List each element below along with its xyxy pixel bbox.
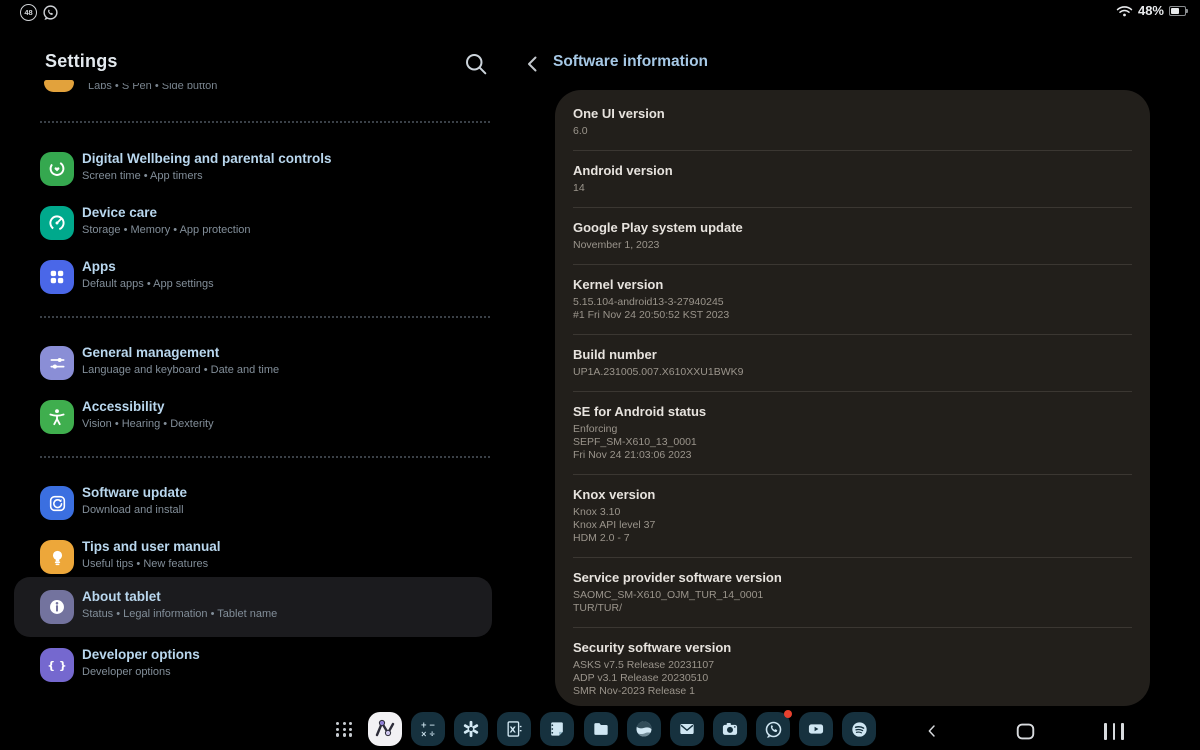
whatsapp-app-icon[interactable] bbox=[756, 712, 790, 746]
tips-icon bbox=[40, 540, 74, 574]
notification-count-badge: 48 bbox=[20, 4, 37, 21]
calculator-app-icon[interactable]: + − × ÷ bbox=[411, 712, 445, 746]
detail-row-knox-version[interactable]: Knox version Knox 3.10 Knox API level 37… bbox=[573, 475, 1132, 557]
whatsapp-notification-dot bbox=[784, 710, 792, 718]
software-information-card: One UI version 6.0 Android version 14 Go… bbox=[555, 90, 1150, 706]
software-update-icon bbox=[40, 486, 74, 520]
spotify-app-icon[interactable] bbox=[842, 712, 876, 746]
graphing-app-icon[interactable] bbox=[368, 712, 402, 746]
detail-row-se-for-android-status[interactable]: SE for Android status Enforcing SEPF_SM-… bbox=[573, 392, 1132, 474]
divider bbox=[40, 316, 490, 318]
sidebar-item-accessibility[interactable]: Accessibility Vision • Hearing • Dexteri… bbox=[14, 398, 492, 446]
whatsapp-status-icon bbox=[42, 4, 59, 21]
detail-page-title: Software information bbox=[553, 53, 708, 71]
sidebar-item-digital-wellbeing[interactable]: Digital Wellbeing and parental controls … bbox=[14, 150, 492, 198]
svg-text:×: × bbox=[421, 730, 427, 739]
accessibility-icon bbox=[40, 400, 74, 434]
sidebar-item-about-tablet[interactable]: About tablet Status • Legal information … bbox=[14, 577, 492, 637]
detail-row-android-version[interactable]: Android version 14 bbox=[573, 151, 1132, 207]
digital-wellbeing-icon bbox=[40, 152, 74, 186]
youtube-app-icon[interactable] bbox=[799, 712, 833, 746]
nav-home-button[interactable] bbox=[1011, 718, 1039, 744]
detail-row-kernel-version[interactable]: Kernel version 5.15.104-android13-3-2794… bbox=[573, 265, 1132, 334]
app-drawer-icon[interactable] bbox=[336, 722, 353, 737]
sidebar-item-general-management[interactable]: General management Language and keyboard… bbox=[14, 344, 492, 392]
device-care-icon bbox=[40, 206, 74, 240]
svg-text:÷: ÷ bbox=[429, 730, 435, 739]
search-icon[interactable] bbox=[462, 50, 490, 78]
battery-icon bbox=[1169, 6, 1186, 16]
wifi-icon bbox=[1116, 4, 1133, 18]
sidebar-item-apps[interactable]: Apps Default apps • App settings bbox=[14, 258, 492, 306]
photo-editor-app-icon[interactable] bbox=[454, 712, 488, 746]
apps-icon bbox=[40, 260, 74, 294]
email-app-icon[interactable] bbox=[670, 712, 704, 746]
sidebar-item-developer-options[interactable]: { } Developer options Developer options bbox=[14, 646, 492, 694]
svg-text:+: + bbox=[421, 720, 427, 729]
sidebar-item-software-update[interactable]: Software update Download and install bbox=[14, 484, 492, 532]
divider bbox=[40, 121, 490, 123]
detail-row-google-play-system-update[interactable]: Google Play system update November 1, 20… bbox=[573, 208, 1132, 264]
my-files-app-icon[interactable] bbox=[584, 712, 618, 746]
advanced-features-subtitle-clipped[interactable]: Labs • S Pen • Side button bbox=[88, 83, 388, 95]
detail-row-service-provider-software-version[interactable]: Service provider software version SAOMC_… bbox=[573, 558, 1132, 627]
general-management-icon bbox=[40, 346, 74, 380]
detail-row-one-ui-version[interactable]: One UI version 6.0 bbox=[573, 94, 1132, 150]
svg-text:X: X bbox=[510, 724, 517, 734]
excel-app-icon[interactable]: X bbox=[497, 712, 531, 746]
battery-percent: 48% bbox=[1138, 3, 1164, 18]
nav-back-button[interactable] bbox=[918, 718, 946, 744]
page-title: Settings bbox=[45, 51, 118, 72]
back-icon[interactable] bbox=[521, 52, 545, 76]
svg-text:−: − bbox=[429, 720, 435, 729]
nav-recents-button[interactable] bbox=[1100, 718, 1128, 744]
svg-text:{ }: { } bbox=[47, 659, 67, 672]
advanced-features-icon-clipped[interactable] bbox=[44, 80, 74, 92]
about-tablet-icon bbox=[40, 590, 74, 624]
camera-app-icon[interactable] bbox=[713, 712, 747, 746]
developer-options-icon: { } bbox=[40, 648, 74, 682]
status-bar: 48 48% bbox=[0, 0, 1200, 26]
detail-row-build-number[interactable]: Build number UP1A.231005.007.X610XXU1BWK… bbox=[573, 335, 1132, 391]
taskbar: + − × ÷ X bbox=[0, 710, 1200, 750]
detail-row-security-software-version[interactable]: Security software version ASKS v7.5 Rele… bbox=[573, 628, 1132, 706]
divider bbox=[40, 456, 490, 458]
notes-app-icon[interactable] bbox=[540, 712, 574, 746]
internet-browser-app-icon[interactable] bbox=[627, 712, 661, 746]
sidebar-item-device-care[interactable]: Device care Storage • Memory • App prote… bbox=[14, 204, 492, 252]
